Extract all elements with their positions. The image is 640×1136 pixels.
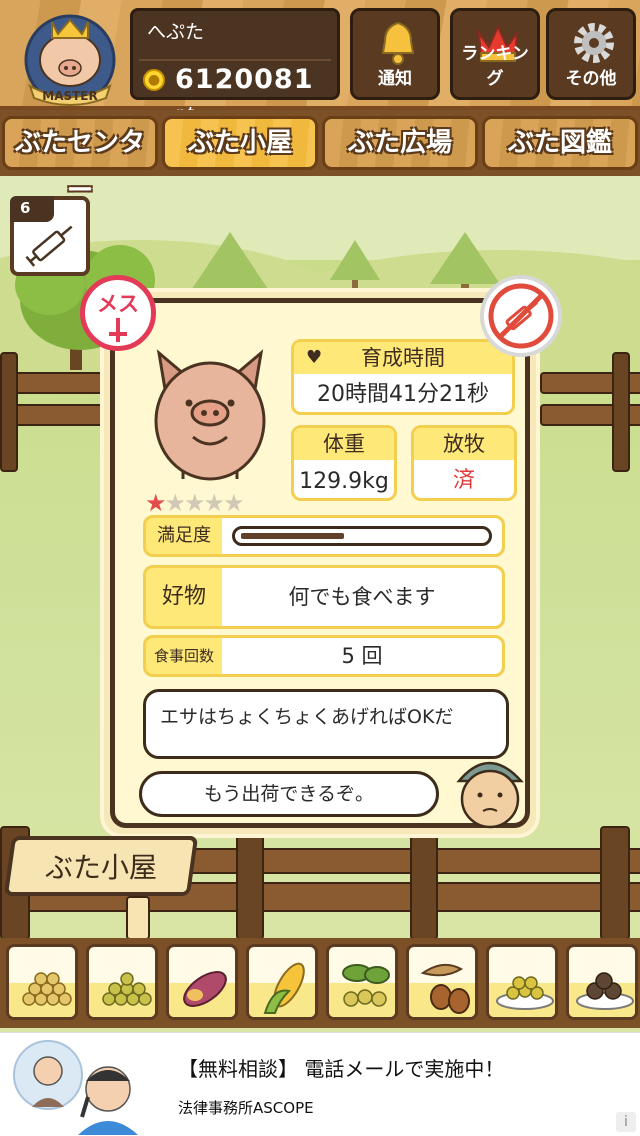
ranking-label: ランキング <box>461 44 529 89</box>
tab-buta-center[interactable]: ぶたセンター <box>2 116 158 206</box>
favorite-food-label: 好物 <box>161 584 206 609</box>
svg-text:MASTER: MASTER <box>42 89 98 103</box>
ad-advertiser: 法律事務所ASCOPE <box>178 1099 314 1117</box>
grain-icon <box>102 972 152 1006</box>
coin-icon: ● <box>143 69 165 91</box>
sweet-potato-icon <box>183 971 227 1007</box>
meatball-plate-icon <box>576 972 634 1010</box>
food-slot-grain[interactable] <box>86 944 158 1020</box>
farmer-speech-bubble-1: エサはちょくちょくあげればOKだ <box>143 689 509 759</box>
notification-label: 通知 <box>378 69 412 89</box>
meal-count-value: 5 回 <box>222 638 502 674</box>
tab-buta-hiroba[interactable]: ぶた広場 <box>322 116 478 170</box>
food-slot-vegetables[interactable] <box>326 944 398 1020</box>
syringe-item-slot[interactable]: 6 <box>10 196 90 276</box>
consultation-illustration-icon <box>13 1040 138 1135</box>
satisfaction-gauge <box>232 526 492 546</box>
sign-text: ぶた小屋 <box>44 851 157 884</box>
tab-buta-zukan[interactable]: ぶた図鑑 <box>482 116 638 170</box>
top-header: MASTER へぷた ● 6120081 pt 通知 ランキング その他 <box>0 0 640 124</box>
pig-status-inner: ★★★★★ ♥ 育成時間 20時間41分21秒 体重 129.9kg 放牧 済 満… <box>110 298 530 829</box>
pig-rarity-stars: ★★★★★ <box>145 489 245 517</box>
weight-panel: 体重 129.9kg <box>291 425 397 501</box>
buta-goya-sign: ぶた小屋 <box>3 836 199 896</box>
username: へぷた <box>147 21 205 43</box>
favorite-food-row: 好物 何でも食べます <box>143 565 505 629</box>
acorn-icon <box>420 963 470 1014</box>
pig-status-card: ★★★★★ ♥ 育成時間 20時間41分21秒 体重 129.9kg 放牧 済 満… <box>100 288 540 838</box>
meal-count-row: 食事回数 5 回 <box>143 635 505 677</box>
meal-count-label: 食事回数 <box>153 647 214 665</box>
satisfaction-row: 満足度 <box>143 515 505 557</box>
corn-icon <box>263 962 305 1014</box>
pig-master-badge-icon: MASTER <box>24 14 116 106</box>
growth-time-value: 20時間41分21秒 <box>317 382 489 407</box>
heart-icon: ♥ <box>306 347 323 368</box>
growth-time-panel: ♥ 育成時間 20時間41分21秒 <box>291 339 515 415</box>
ad-banner[interactable]: 【無料相談】 電話メールで実施中！ 法律事務所ASCOPE i <box>0 1032 640 1136</box>
food-slot-soybeans[interactable] <box>6 944 78 1020</box>
satisfaction-label: 満足度 <box>157 525 211 546</box>
gender-female-badge: メス <box>80 275 156 351</box>
tab-buta-goya[interactable]: ぶた小屋 <box>162 116 318 170</box>
food-slot-corn[interactable] <box>246 944 318 1020</box>
star-filled-icon: ★ <box>145 489 166 517</box>
farmer-face-icon <box>456 761 524 829</box>
no-vaccine-badge <box>480 275 562 357</box>
notification-button[interactable]: 通知 <box>350 8 440 100</box>
grazing-panel: 放牧 済 <box>411 425 517 501</box>
points-row: ● 6120081 pt <box>139 59 331 124</box>
bell-icon <box>381 21 415 65</box>
grazing-value: 済 <box>452 468 475 493</box>
star-empty-icon: ★★★★ <box>164 489 245 517</box>
master-badge[interactable]: MASTER <box>14 8 126 106</box>
sign-post <box>126 896 150 940</box>
growth-time-header: ♥ 育成時間 <box>294 342 512 374</box>
ranking-button[interactable]: ランキング <box>450 8 540 100</box>
weight-label: 体重 <box>294 428 394 460</box>
food-slot-grain-plate[interactable] <box>486 944 558 1020</box>
satisfaction-gauge-area <box>222 518 502 554</box>
user-info-panel: へぷた ● 6120081 pt <box>130 8 340 124</box>
ad-title: 【無料相談】 電話メールで実施中！ <box>178 1057 505 1081</box>
other-button[interactable]: その他 <box>546 8 636 100</box>
syringe-icon <box>25 225 73 267</box>
food-selection-bar <box>0 938 640 1028</box>
satisfaction-gauge-fill <box>241 533 344 539</box>
grazing-label: 放牧 <box>414 428 514 460</box>
gear-icon <box>574 23 614 63</box>
food-slot-acorn[interactable] <box>406 944 478 1020</box>
weight-value: 129.9kg <box>299 469 389 494</box>
farmer-speech-bubble-2: もう出荷できるぞ。 <box>139 771 439 817</box>
favorite-food-value: 何でも食べます <box>222 568 502 626</box>
game-screen: MASTER へぷた ● 6120081 pt 通知 ランキング その他 <box>0 0 640 1136</box>
soybeans-icon <box>22 972 72 1006</box>
other-label: その他 <box>565 69 617 89</box>
pig-portrait-icon <box>154 349 266 481</box>
food-slot-meatball-plate[interactable] <box>566 944 638 1020</box>
female-symbol-icon <box>109 318 127 342</box>
no-syringe-icon <box>488 283 554 349</box>
main-nav: ぶたセンター ぶた小屋 ぶた広場 ぶた図鑑 <box>0 110 640 206</box>
grain-plate-icon <box>496 976 554 1010</box>
vegetable-mix-icon <box>342 964 390 1007</box>
food-slot-sweet-potato[interactable] <box>166 944 238 1020</box>
ad-info-icon[interactable]: i <box>616 1112 636 1132</box>
